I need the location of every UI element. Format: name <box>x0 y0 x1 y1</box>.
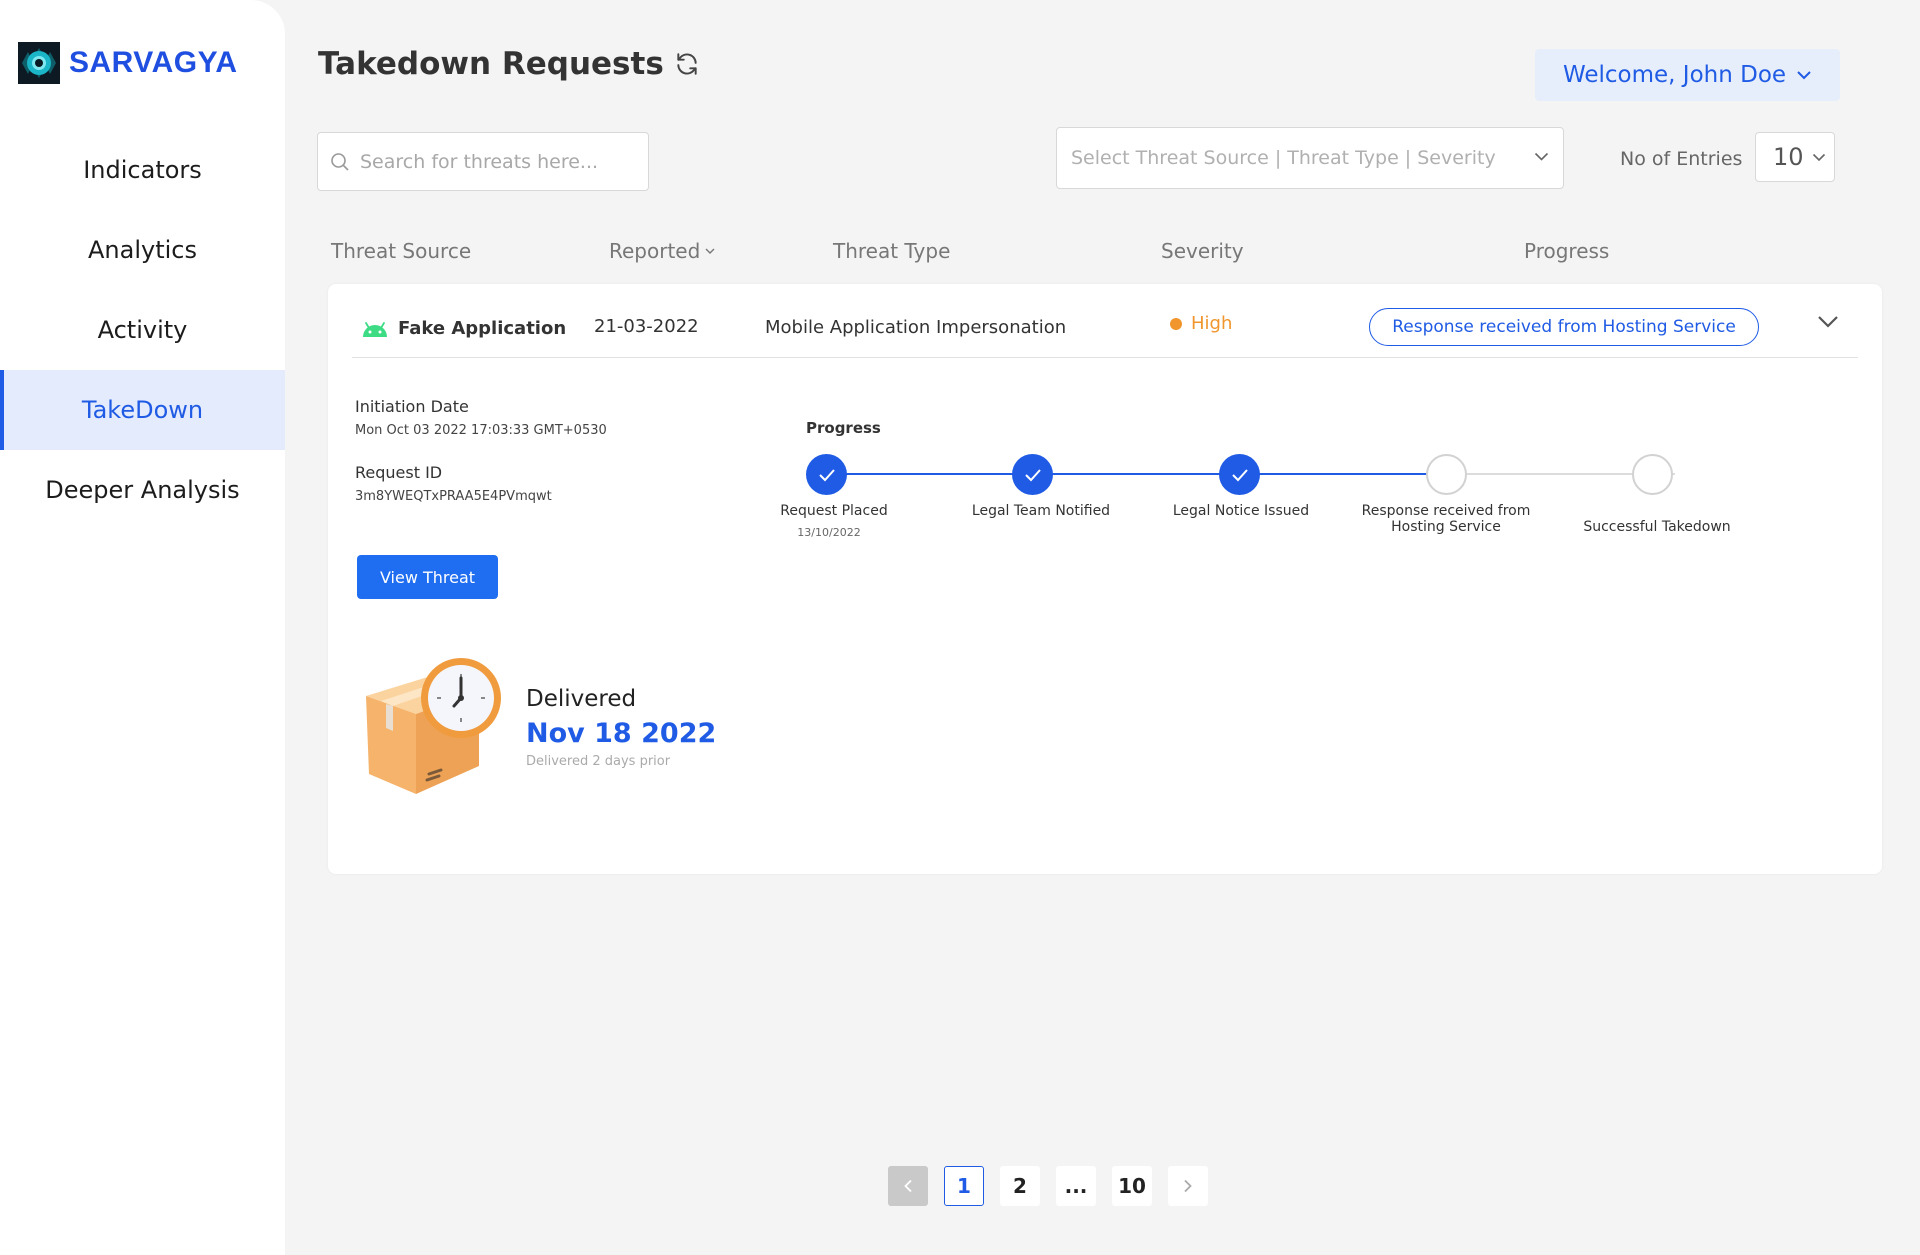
chevron-right-icon <box>1184 1179 1192 1193</box>
chevron-left-icon <box>904 1179 912 1193</box>
page-button-10[interactable]: 10 <box>1112 1166 1152 1206</box>
welcome-text: Welcome, John Doe <box>1562 62 1787 88</box>
sidebar-item-analytics[interactable]: Analytics <box>0 210 285 290</box>
eye-logo-icon <box>18 42 60 84</box>
delivered-label: Delivered <box>526 686 637 712</box>
refresh-icon[interactable] <box>674 51 700 77</box>
sidebar-item-activity[interactable]: Activity <box>0 290 285 370</box>
page-title-text: Takedown Requests <box>318 46 664 82</box>
check-icon <box>818 468 835 481</box>
sort-chevron-icon <box>705 248 715 254</box>
entries-value: 10 <box>1773 143 1804 171</box>
app-name: SARVAGYA <box>69 46 238 79</box>
delivered-subtext: Delivered 2 days prior <box>526 754 671 769</box>
check-icon <box>1231 468 1248 481</box>
reported-date: 21-03-2022 <box>594 316 699 337</box>
step-request-placed <box>806 454 847 495</box>
delivery-box-clock-icon <box>361 656 511 810</box>
column-header-severity: Severity <box>1161 239 1244 263</box>
step-label: Response received from Hosting Service <box>1361 503 1531 535</box>
view-threat-button[interactable]: View Threat <box>357 555 498 599</box>
page-button-2[interactable]: 2 <box>1000 1166 1040 1206</box>
status-badge: Response received from Hosting Service <box>1369 308 1759 346</box>
takedown-request-card: Fake Application 21-03-2022 Mobile Appli… <box>328 284 1882 874</box>
search-input[interactable] <box>360 150 640 173</box>
step-label: Legal Team Notified <box>971 503 1111 519</box>
step-label: Successful Takedown <box>1583 519 1731 535</box>
sidebar-item-indicators[interactable]: Indicators <box>0 130 285 210</box>
severity-badge: High <box>1170 313 1232 334</box>
request-id-label: Request ID <box>355 463 443 482</box>
step-sub-date: 13/10/2022 <box>797 526 861 539</box>
pagination: 1 2 ... 10 <box>888 1166 1224 1206</box>
sidebar: SARVAGYA Indicators Analytics Activity T… <box>0 0 285 1255</box>
android-icon <box>363 321 387 337</box>
severity-dot <box>1170 317 1182 330</box>
initiation-date-label: Initiation Date <box>355 397 469 416</box>
search-icon <box>331 152 349 171</box>
check-icon <box>1024 468 1041 481</box>
threat-type: Mobile Application Impersonation <box>765 317 1067 338</box>
chevron-down-icon <box>1534 152 1549 161</box>
page-button-1[interactable]: 1 <box>944 1166 984 1206</box>
search-box[interactable] <box>317 132 649 191</box>
column-header-threat-source: Threat Source <box>331 239 472 263</box>
threat-filter-select[interactable]: Select Threat Source | Threat Type | Sev… <box>1056 127 1564 189</box>
page-ellipsis: ... <box>1056 1166 1096 1206</box>
step-response-received <box>1426 454 1467 495</box>
column-header-progress: Progress <box>1524 239 1610 263</box>
initiation-date-value: Mon Oct 03 2022 17:03:33 GMT+0530 <box>355 423 607 438</box>
row-divider <box>352 357 1858 358</box>
prev-page-button[interactable] <box>888 1166 928 1206</box>
step-successful-takedown <box>1632 454 1673 495</box>
step-label: Legal Notice Issued <box>1172 503 1310 519</box>
step-legal-team-notified <box>1012 454 1053 495</box>
delivered-date: Nov 18 2022 <box>526 718 717 749</box>
sidebar-item-deeper-analysis[interactable]: Deeper Analysis <box>0 450 285 530</box>
user-menu-button[interactable]: Welcome, John Doe <box>1535 49 1840 101</box>
chevron-down-icon <box>1812 153 1825 161</box>
request-id-value: 3m8YWEQTxPRAA5E4PVmqwt <box>355 489 552 504</box>
threat-source-cell: Fake Application <box>360 318 566 339</box>
threat-source-text: Fake Application <box>398 318 567 339</box>
progress-track-complete <box>826 473 1448 475</box>
step-legal-notice-issued <box>1219 454 1260 495</box>
entries-label: No of Entries <box>1620 148 1743 170</box>
column-header-threat-type: Threat Type <box>833 239 951 263</box>
column-header-reported[interactable]: Reported <box>609 239 715 263</box>
threat-filter-placeholder: Select Threat Source | Threat Type | Sev… <box>1071 147 1496 169</box>
chevron-down-icon <box>1797 71 1811 80</box>
page-title: Takedown Requests <box>318 46 700 82</box>
step-label: Request Placed <box>780 503 888 519</box>
logo[interactable]: SARVAGYA <box>18 42 238 84</box>
progress-title: Progress <box>806 419 881 437</box>
entries-select[interactable]: 10 <box>1755 132 1835 182</box>
sidebar-nav: Indicators Analytics Activity TakeDown D… <box>0 130 285 530</box>
severity-text: High <box>1191 313 1233 334</box>
collapse-row-icon[interactable] <box>1817 314 1839 333</box>
column-header-reported-label: Reported <box>609 239 701 263</box>
sidebar-item-takedown[interactable]: TakeDown <box>0 370 285 450</box>
next-page-button[interactable] <box>1168 1166 1208 1206</box>
